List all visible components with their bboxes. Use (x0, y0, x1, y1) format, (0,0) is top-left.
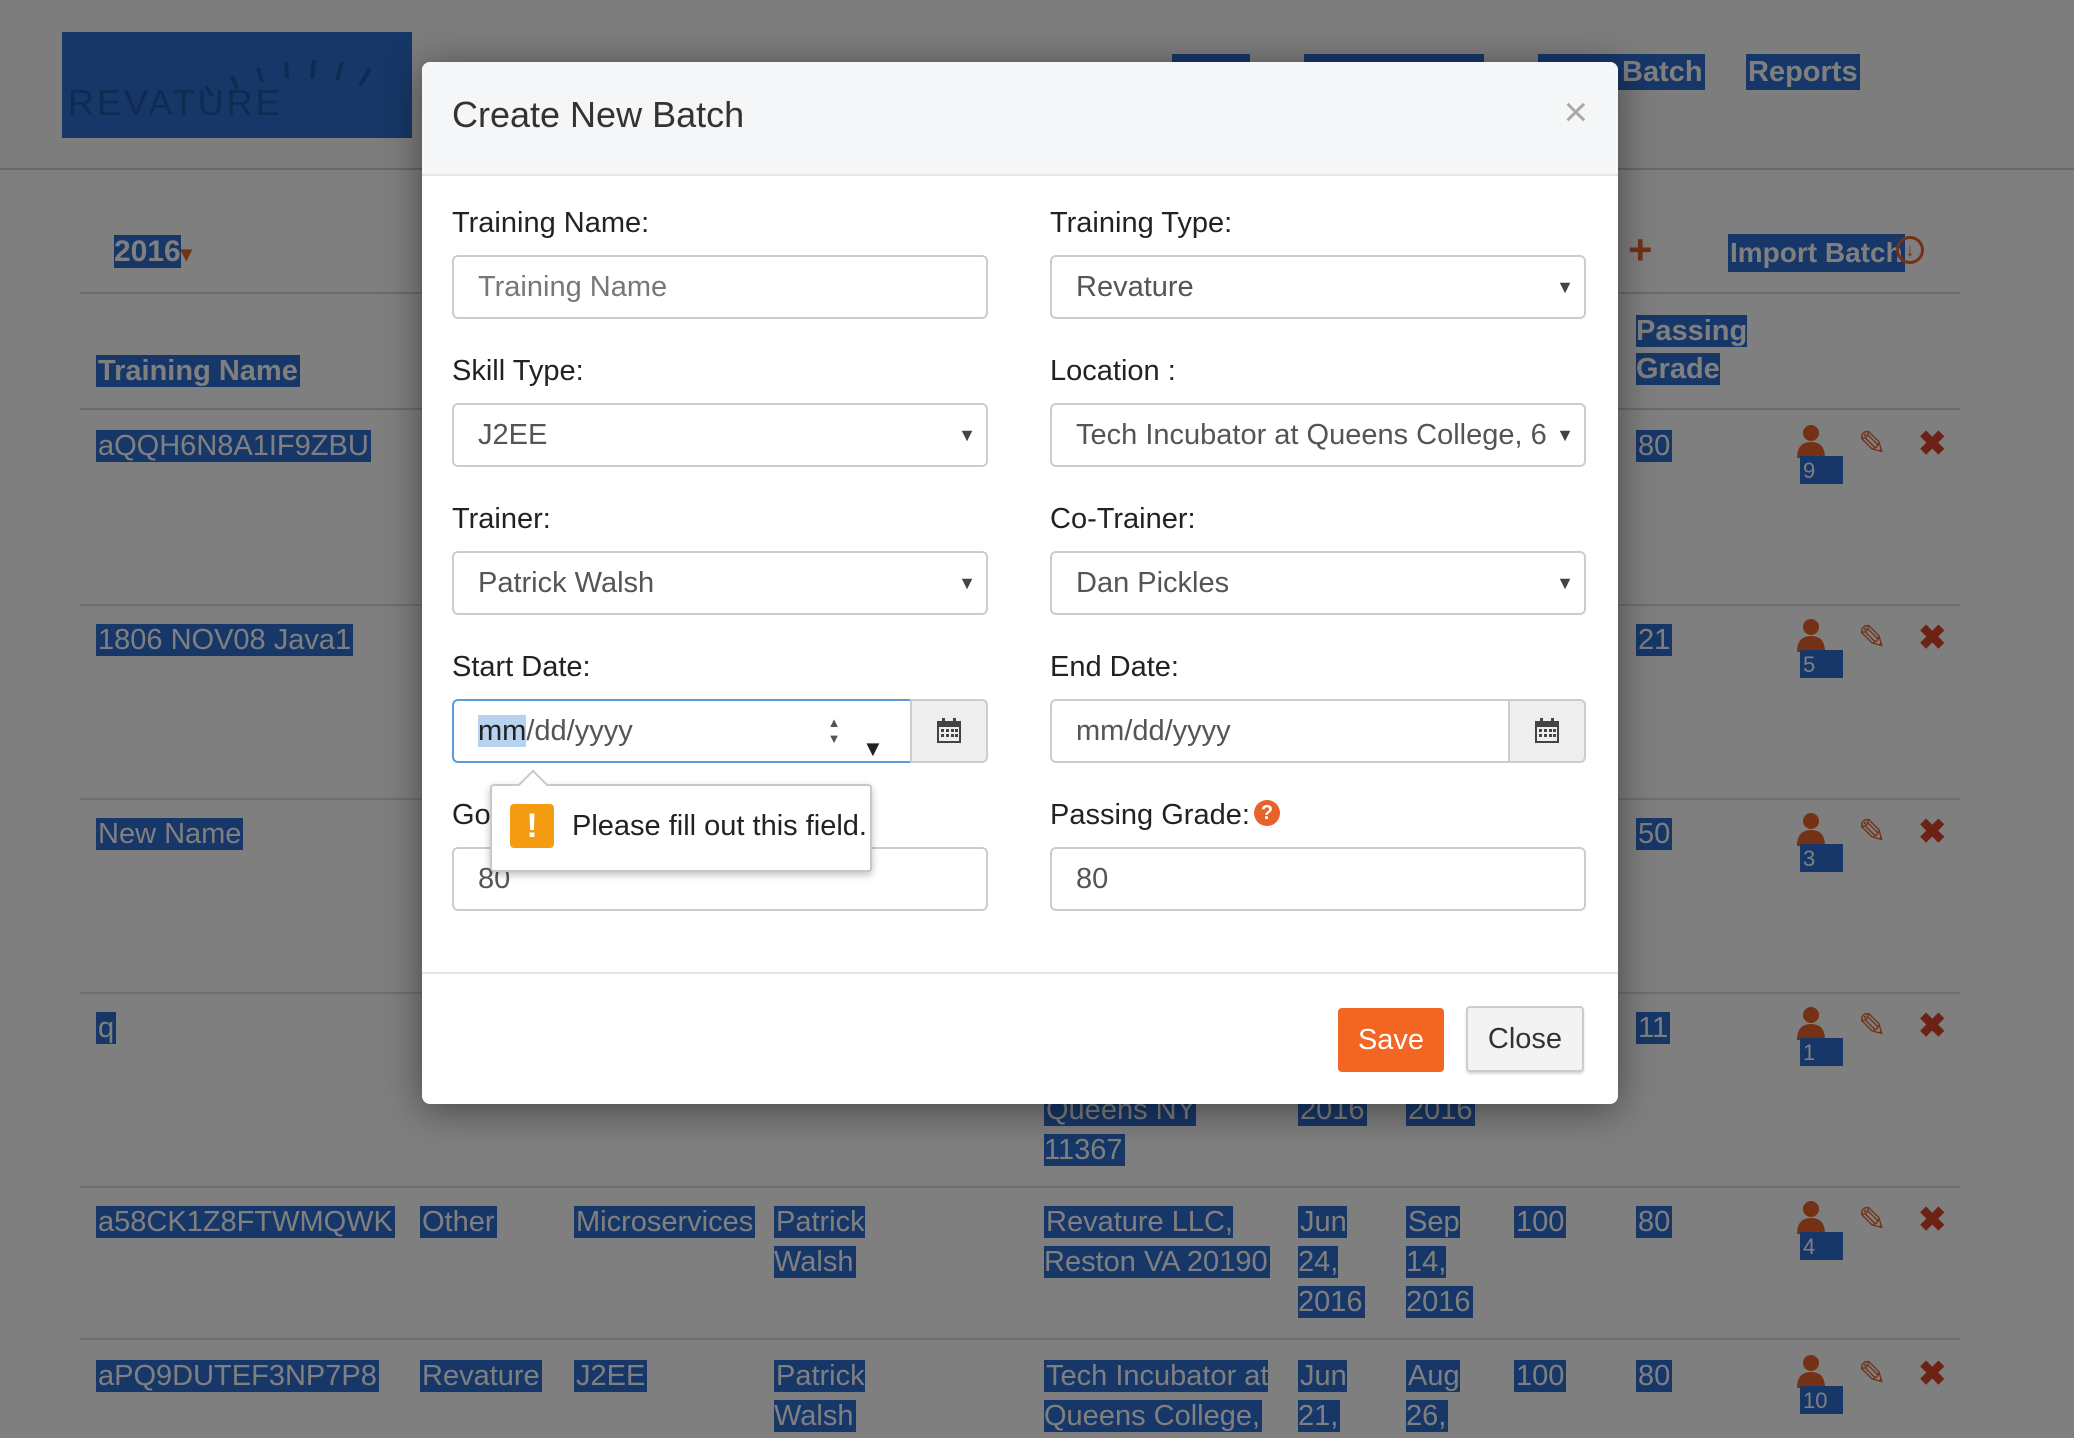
training-name-input[interactable]: Training Name (452, 255, 988, 319)
goal-label: Go (452, 799, 491, 831)
modal-header: Create New Batch × (422, 62, 1618, 176)
cotrainer-label: Co-Trainer: (1050, 503, 1196, 535)
create-batch-modal: Create New Batch × Training Name: Traini… (422, 62, 1618, 1104)
date-dropdown-arrow-icon[interactable]: ▼ (862, 719, 884, 779)
validation-tooltip: ! Please fill out this field. (490, 769, 872, 872)
skill-type-value: J2EE (478, 419, 548, 451)
end-date-group: mm/dd/yyyy (1050, 699, 1586, 763)
select-caret-icon: ▼ (1556, 573, 1574, 593)
modal-title: Create New Batch (452, 94, 745, 135)
cotrainer-value: Dan Pickles (1076, 567, 1230, 599)
select-caret-icon: ▼ (1550, 405, 1574, 465)
trainer-select[interactable]: Patrick Walsh ▼ (452, 551, 988, 615)
start-date-input[interactable]: mm/dd/yyyy ▲ ▼ ▼ (452, 699, 912, 763)
skill-type-label: Skill Type: (452, 355, 584, 387)
end-date-calendar-button[interactable] (1508, 699, 1586, 763)
modal-footer-divider (422, 972, 1618, 974)
training-type-value: Revature (1076, 271, 1194, 303)
end-date-label: End Date: (1050, 651, 1179, 683)
select-caret-icon: ▼ (1556, 277, 1574, 297)
close-button[interactable]: Close (1466, 1006, 1584, 1072)
select-caret-icon: ▼ (958, 425, 976, 445)
skill-type-select[interactable]: J2EE ▼ (452, 403, 988, 467)
start-date-label: Start Date: (452, 651, 591, 683)
calendar-icon (1535, 718, 1559, 743)
validation-message: Please fill out this field. (572, 810, 867, 842)
question-help-icon[interactable]: ? (1254, 800, 1280, 826)
trainer-value: Patrick Walsh (478, 567, 655, 599)
training-name-label: Training Name: (452, 207, 650, 239)
cotrainer-select[interactable]: Dan Pickles ▼ (1050, 551, 1586, 615)
training-type-select[interactable]: Revature ▼ (1050, 255, 1586, 319)
close-x-icon[interactable]: × (1563, 88, 1588, 136)
start-date-month-segment[interactable]: mm (478, 715, 527, 747)
start-date-calendar-button[interactable] (910, 699, 988, 763)
calendar-icon (937, 718, 961, 743)
start-date-rest: /dd/yyyy (526, 715, 633, 747)
location-label: Location : (1050, 355, 1176, 387)
trainer-label: Trainer: (452, 503, 551, 535)
warning-icon: ! (510, 804, 554, 848)
save-button[interactable]: Save (1338, 1008, 1444, 1072)
training-type-label: Training Type: (1050, 207, 1233, 239)
location-value: Tech Incubator at Queens College, 6 (1076, 419, 1547, 451)
date-spinner-icon[interactable]: ▲ ▼ (822, 715, 846, 751)
location-select[interactable]: Tech Incubator at Queens College, 6 ▼ (1050, 403, 1586, 467)
end-date-input[interactable]: mm/dd/yyyy (1050, 699, 1510, 763)
start-date-group: mm/dd/yyyy ▲ ▼ ▼ (452, 699, 988, 763)
passing-grade-input[interactable]: 80 (1050, 847, 1586, 911)
passing-grade-label: Passing Grade: (1050, 799, 1250, 831)
select-caret-icon: ▼ (958, 573, 976, 593)
